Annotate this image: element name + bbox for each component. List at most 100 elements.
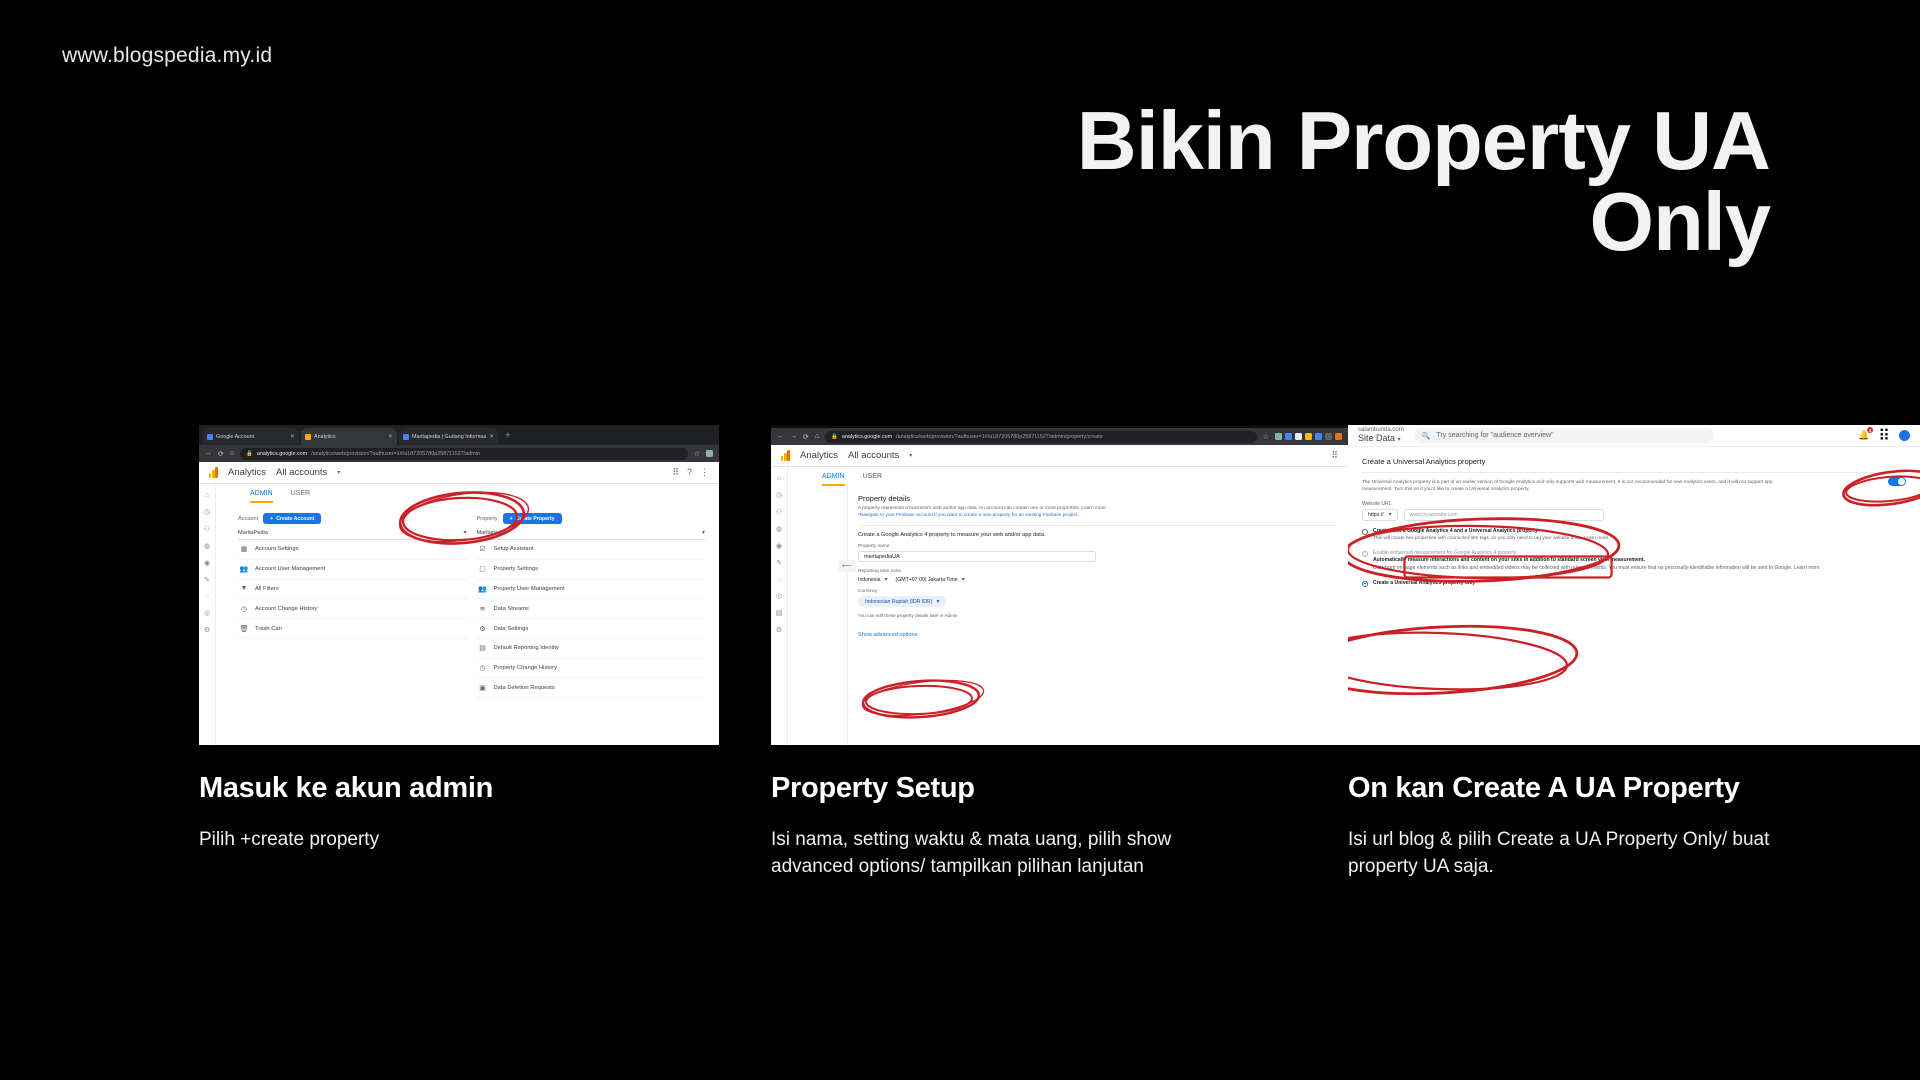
timezone-row: Indonesia ▾ (GMT+07:00) Jakarta Time ▾ xyxy=(858,576,1336,584)
tab-user[interactable]: USER xyxy=(863,473,882,486)
conversions-nav-icon[interactable]: ✎ xyxy=(776,559,782,567)
list-item[interactable]: ◷ Account Change History xyxy=(238,599,467,620)
website-url-input[interactable]: www.mywebsite.com xyxy=(1403,508,1604,521)
tab-close-icon[interactable]: ✕ xyxy=(489,433,494,440)
browser-tab[interactable]: Maritapedia | Gudang Informas ✕ xyxy=(399,428,499,445)
behavior-nav-icon[interactable]: ◉ xyxy=(776,542,782,550)
home-icon[interactable]: ⌂ xyxy=(230,450,234,457)
chevron-down-icon[interactable]: ▾ xyxy=(909,452,912,459)
home-icon[interactable]: ⌂ xyxy=(815,433,819,440)
home-nav-icon[interactable]: ⌂ xyxy=(205,492,209,499)
tab-close-icon[interactable]: ✕ xyxy=(388,433,393,440)
timezone-country-select[interactable]: Indonesia ▾ xyxy=(858,576,888,584)
tab-admin[interactable]: ADMIN xyxy=(822,473,845,486)
firebase-note[interactable]: *Navigate to your Firebase account if yo… xyxy=(858,512,1336,519)
library-nav-icon[interactable]: ▤ xyxy=(776,609,783,617)
reload-icon[interactable]: ⟳ xyxy=(803,433,809,441)
property-name-input[interactable]: maritapediaUA xyxy=(858,551,1096,563)
show-advanced-options-link[interactable]: Show advanced options xyxy=(858,632,917,638)
list-item[interactable]: ▦ Account Settings xyxy=(238,540,467,560)
tab-close-icon[interactable]: ✕ xyxy=(290,433,295,440)
list-item[interactable]: ▼ All Filters xyxy=(238,580,467,600)
realtime-nav-icon[interactable]: ◷ xyxy=(204,508,210,516)
star-icon[interactable]: ☆ xyxy=(1263,433,1269,441)
ua-header-actions: 🔔 1 ⠿ xyxy=(1858,426,1910,446)
attribution-nav-icon[interactable]: ◎ xyxy=(204,609,210,617)
collapse-panel-button[interactable]: ⟵ xyxy=(838,560,856,572)
option-enhanced-measurement[interactable]: Enable enhanced measurement for Google A… xyxy=(1362,550,1906,558)
browser-tab[interactable]: Analytics ✕ xyxy=(301,428,397,445)
create-ua-toggle[interactable] xyxy=(1888,477,1906,486)
list-item[interactable]: ▢ Property Settings xyxy=(476,560,705,580)
list-item[interactable]: ▣ Data Deletion Requests xyxy=(476,678,705,699)
currency-select[interactable]: Indonesian Rupiah (IDR IDR) ▾ xyxy=(858,596,947,608)
account-selector[interactable]: All accounts xyxy=(276,467,327,478)
star-icon[interactable]: ☆ xyxy=(694,450,700,458)
list-item[interactable]: ☑ Setup Assistant xyxy=(476,540,705,560)
extension-icon[interactable] xyxy=(1335,433,1342,440)
account-selector[interactable]: All accounts xyxy=(848,450,899,461)
list-item[interactable]: ≋ Data Streams xyxy=(476,599,705,620)
radio-icon[interactable] xyxy=(1362,550,1368,557)
tab-user[interactable]: USER xyxy=(291,490,310,503)
property-switcher[interactable]: salambunda.com Site Data ▾ xyxy=(1358,427,1404,443)
admin-nav-icon[interactable]: ⚙ xyxy=(776,626,782,634)
notifications-icon[interactable]: 🔔 1 xyxy=(1858,427,1874,441)
protocol-select[interactable]: https:// ▾ xyxy=(1362,508,1398,521)
timezone-offset-select[interactable]: (GMT+07:00) Jakarta Time ▾ xyxy=(896,576,965,584)
explore-nav-icon[interactable]: ◌ xyxy=(205,593,209,600)
chevron-down-icon[interactable]: ▾ xyxy=(337,469,340,476)
reload-icon[interactable]: ⟳ xyxy=(218,450,224,458)
admin-nav-icon[interactable]: ⚙ xyxy=(204,626,210,634)
extension-icon[interactable] xyxy=(706,450,713,457)
create-account-button[interactable]: + Create Account xyxy=(263,513,322,524)
more-vert-icon[interactable]: ⋮ xyxy=(700,467,709,478)
radio-icon[interactable] xyxy=(1362,528,1368,535)
browser-tab[interactable]: Google Account ✕ xyxy=(203,428,299,445)
apps-grid-icon[interactable]: ⠿ xyxy=(1878,426,1890,446)
address-bar[interactable]: 🔒 analytics.google.com/analytics/web/pro… xyxy=(240,447,688,460)
option-create-both[interactable]: Create both a Google Analytics 4 and a U… xyxy=(1362,528,1906,543)
extension-icon[interactable] xyxy=(1295,433,1302,440)
avatar[interactable] xyxy=(1899,430,1910,441)
option-ua-only[interactable]: Create a Universal Analytics property on… xyxy=(1362,580,1906,588)
list-item[interactable]: ◷ Property Change History xyxy=(476,659,705,679)
new-tab-button[interactable]: + xyxy=(500,430,515,440)
extension-icon[interactable] xyxy=(1275,433,1282,440)
account-select[interactable]: MaritaPedia ▾ xyxy=(238,527,467,540)
home-nav-icon[interactable]: ⌂ xyxy=(777,475,781,482)
search-input[interactable]: 🔍 Try searching for "audience overview" xyxy=(1413,428,1714,443)
apps-grid-icon[interactable]: ⠿ xyxy=(1331,450,1338,461)
forward-arrow-icon[interactable]: → xyxy=(205,450,212,457)
forward-arrow-icon[interactable]: → xyxy=(790,433,797,440)
create-property-button[interactable]: + Create Property xyxy=(502,513,562,524)
conversions-nav-icon[interactable]: ✎ xyxy=(204,576,210,584)
list-item[interactable]: ⚙ Data Settings xyxy=(476,619,705,639)
extension-icon[interactable] xyxy=(1315,433,1322,440)
back-arrow-icon[interactable]: ← xyxy=(777,433,784,440)
list-item[interactable]: ▤ Default Reporting Identity xyxy=(476,639,705,659)
tab-admin[interactable]: ADMIN xyxy=(250,490,273,503)
attribution-nav-icon[interactable]: ◎ xyxy=(776,592,782,600)
list-item[interactable]: 👥 Property User Management xyxy=(476,580,705,600)
extension-icon[interactable] xyxy=(1285,433,1292,440)
audience-nav-icon[interactable]: ⚇ xyxy=(204,525,210,533)
extension-icon[interactable] xyxy=(1305,433,1312,440)
audience-nav-icon[interactable]: ⚇ xyxy=(776,508,782,516)
radio-icon[interactable] xyxy=(1362,580,1368,587)
help-icon[interactable]: ? xyxy=(687,467,692,478)
protocol-value: https:// xyxy=(1368,511,1384,518)
acquisition-nav-icon[interactable]: ◍ xyxy=(776,525,782,533)
behavior-nav-icon[interactable]: ◉ xyxy=(204,559,210,567)
explore-nav-icon[interactable]: ◌ xyxy=(777,576,781,583)
realtime-nav-icon[interactable]: ◷ xyxy=(776,491,782,499)
apps-grid-icon[interactable]: ⠿ xyxy=(672,467,679,478)
acquisition-nav-icon[interactable]: ◍ xyxy=(204,542,210,550)
ua-header: salambunda.com Site Data ▾ 🔍 Try searchi… xyxy=(1348,425,1920,447)
extension-icon[interactable] xyxy=(1325,433,1332,440)
property-select[interactable]: Maritapedia ▾ xyxy=(476,527,705,540)
analytics-app-3: salambunda.com Site Data ▾ 🔍 Try searchi… xyxy=(1348,425,1920,745)
list-item[interactable]: 🗑 Trash Can xyxy=(238,619,467,639)
address-bar[interactable]: 🔒 analytics.google.com/analytics/web/pro… xyxy=(825,430,1257,443)
list-item[interactable]: 👥 Account User Management xyxy=(238,560,467,580)
